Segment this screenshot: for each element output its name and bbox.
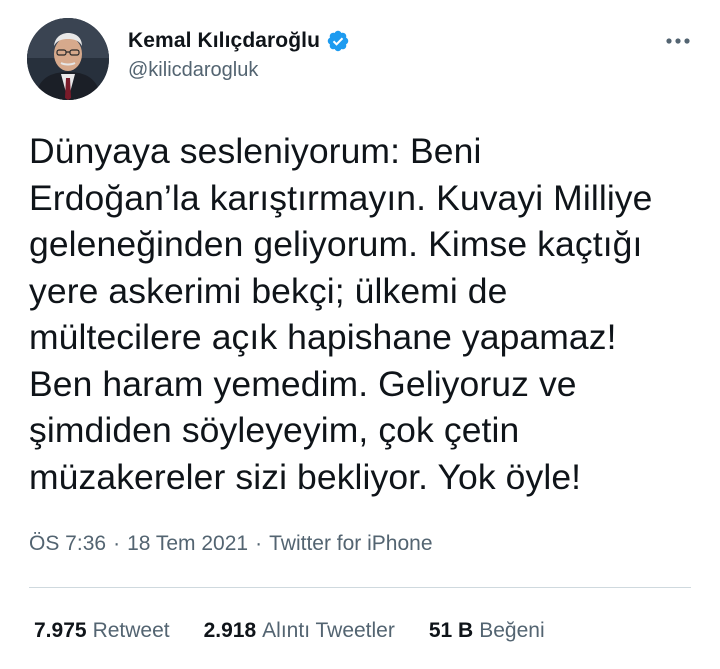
tweet-text: Dünyaya sesleniyorum: Beni Erdoğan’la ka… — [29, 131, 653, 497]
tweet-meta: ÖS 7:36 · 18 Tem 2021 · Twitter for iPho… — [29, 530, 433, 558]
retweets-label: Retweet — [92, 619, 170, 642]
likes-stat[interactable]: 51 B Beğeni — [429, 619, 545, 643]
tweet-time[interactable]: ÖS 7:36 — [29, 532, 106, 556]
user-handle[interactable]: @kilicdarogluk — [128, 59, 350, 82]
display-name-row: Kemal Kılıçdaroğlu — [128, 27, 350, 55]
retweets-count: 7.975 — [34, 619, 87, 642]
meta-separator: · — [255, 532, 263, 555]
meta-separator: · — [113, 532, 121, 555]
engagement-stats: 7.975 Retweet 2.918 Alıntı Tweetler 51 B… — [34, 617, 579, 645]
avatar-image — [27, 18, 109, 100]
tweet-card: Kemal Kılıçdaroğlu @kilicdarogluk Dünyay… — [0, 0, 720, 669]
verified-badge-icon — [326, 29, 350, 53]
quote-tweets-label: Alıntı Tweetler — [262, 619, 395, 642]
avatar[interactable] — [27, 18, 109, 100]
retweets-stat[interactable]: 7.975 Retweet — [34, 619, 170, 643]
quote-tweets-stat[interactable]: 2.918 Alıntı Tweetler — [204, 619, 395, 643]
user-info: Kemal Kılıçdaroğlu @kilicdarogluk — [128, 27, 350, 82]
quote-tweets-count: 2.918 — [203, 619, 257, 642]
divider — [29, 587, 691, 588]
display-name[interactable]: Kemal Kılıçdaroğlu — [128, 29, 320, 53]
more-horizontal-icon[interactable] — [660, 26, 696, 56]
tweet-date[interactable]: 18 Tem 2021 — [127, 532, 248, 556]
tweet-source[interactable]: Twitter for iPhone — [269, 532, 432, 556]
likes-count: 51 B — [428, 619, 474, 642]
likes-label: Beğeni — [479, 619, 545, 642]
